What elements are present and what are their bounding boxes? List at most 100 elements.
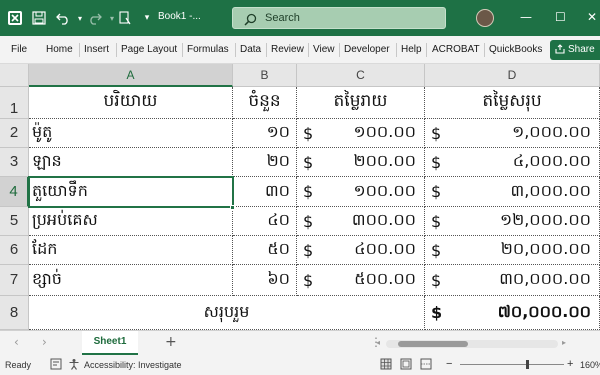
zoom-out-icon[interactable]: − (446, 358, 452, 370)
column-header-b[interactable]: B (233, 64, 297, 87)
add-sheet-icon[interactable]: + (165, 334, 177, 350)
row-header-8[interactable]: 8 (0, 296, 29, 330)
item-cell[interactable]: ម៉ូតូ (29, 119, 233, 148)
page-break-view-icon[interactable] (420, 358, 432, 372)
quantity-cell[interactable]: ១០ (233, 119, 297, 148)
fill-handle[interactable] (230, 205, 235, 210)
share-icon (555, 44, 565, 57)
scroll-sheets-left-icon[interactable]: ‹ (14, 335, 19, 349)
touch-mode-icon[interactable] (116, 9, 134, 27)
accessibility-icon[interactable] (68, 358, 80, 372)
unit-price-cell[interactable]: $៣០០.០០ (297, 207, 425, 236)
total-price-cell[interactable]: $២០,០០០.០០ (425, 236, 600, 265)
total-price-cell[interactable]: $១,០០០.០០ (425, 119, 600, 148)
page-layout-view-icon[interactable] (400, 358, 412, 372)
tab-divider (79, 43, 80, 57)
save-icon[interactable] (30, 9, 48, 27)
tab-insert[interactable]: Insert (84, 44, 109, 55)
title-bar: ▾ ▾ ▾ Book1 -... Search — ☐ ✕ (0, 0, 600, 36)
scroll-left-arrow-icon[interactable]: ◂ (376, 338, 380, 347)
tab-help[interactable]: Help (401, 44, 422, 55)
column-header-d[interactable]: D (425, 64, 600, 87)
row-header-6[interactable]: 6 (0, 236, 29, 265)
ribbon-tabs: File Home Insert Page Layout Formulas Da… (0, 36, 600, 64)
row-header-2[interactable]: 2 (0, 119, 29, 148)
quantity-cell[interactable]: ៥០ (233, 236, 297, 265)
tab-quickbooks[interactable]: QuickBooks (489, 44, 542, 55)
row-header-5[interactable]: 5 (0, 207, 29, 236)
tab-developer[interactable]: Developer (344, 44, 390, 55)
item-cell[interactable]: ខ្សាច់ (29, 265, 233, 296)
tab-data[interactable]: Data (240, 44, 261, 55)
macro-record-icon[interactable] (50, 358, 62, 372)
header-cell-total-price[interactable]: តម្លៃសរុប (425, 87, 600, 119)
item-cell[interactable]: ប្រអប់គេស (29, 207, 233, 236)
grand-total-value: ៧០,០០០.០០ (497, 301, 591, 321)
total-price-value: ១,០០០.០០ (512, 122, 591, 141)
zoom-level[interactable]: 160% (580, 360, 600, 370)
undo-icon[interactable] (54, 9, 72, 27)
tab-divider (182, 43, 183, 57)
header-cell-quantity[interactable]: ចំនួន (233, 87, 297, 119)
tab-home[interactable]: Home (46, 44, 73, 55)
zoom-slider-thumb[interactable] (526, 360, 529, 369)
total-price-cell[interactable]: $៣,០០០.០០ (425, 177, 600, 207)
tab-acrobat[interactable]: ACROBAT (432, 44, 480, 55)
row-header-7[interactable]: 7 (0, 265, 29, 296)
share-label: Share (568, 44, 595, 55)
header-cell-unit-price[interactable]: តម្លៃរាយ (297, 87, 425, 119)
column-header-c[interactable]: C (297, 64, 425, 87)
customize-toolbar-icon[interactable]: ▾ (138, 9, 156, 27)
grand-total-label-cell[interactable]: សរុបរួម (29, 296, 425, 330)
zoom-slider[interactable] (460, 360, 564, 369)
row-header-1[interactable]: 1 (0, 87, 29, 119)
unit-price-cell[interactable]: $៥០០.០០ (297, 265, 425, 296)
scrollbar-thumb[interactable] (398, 341, 468, 347)
currency-symbol: $ (431, 270, 442, 290)
quantity-cell[interactable]: ២០ (233, 148, 297, 177)
scroll-sheets-right-icon[interactable]: › (42, 335, 47, 349)
accessibility-status[interactable]: Accessibility: Investigate (84, 360, 182, 370)
zoom-in-icon[interactable]: + (567, 358, 573, 370)
close-icon[interactable]: ✕ (587, 11, 597, 23)
quantity-cell[interactable]: ៦០ (233, 265, 297, 296)
unit-price-cell[interactable]: $១០០.០០ (297, 177, 425, 207)
column-header-a[interactable]: A (29, 64, 233, 87)
row-header-3[interactable]: 3 (0, 148, 29, 177)
currency-symbol: $ (303, 270, 314, 290)
tab-formulas[interactable]: Formulas (187, 44, 229, 55)
tab-page-layout[interactable]: Page Layout (121, 44, 177, 55)
maximize-icon[interactable]: ☐ (555, 11, 566, 23)
total-price-cell[interactable]: $១២,០០០.០០ (425, 207, 600, 236)
tab-view[interactable]: View (313, 44, 335, 55)
share-button[interactable]: Share (550, 40, 600, 60)
quantity-cell[interactable]: ៣០ (233, 177, 297, 207)
select-all-corner[interactable] (0, 64, 29, 87)
unit-price-cell[interactable]: $១០០.០០ (297, 119, 425, 148)
item-cell[interactable]: ឡាន (29, 148, 233, 177)
tab-review[interactable]: Review (271, 44, 304, 55)
redo-icon[interactable] (86, 9, 104, 27)
currency-symbol: $ (431, 240, 442, 260)
grand-total-cell[interactable]: $៧០,០០០.០០ (425, 296, 600, 330)
item-cell[interactable]: តួយោទឹក (29, 177, 233, 207)
item-cell[interactable]: ដែក (29, 236, 233, 265)
total-price-cell[interactable]: $៣០,០០០.០០ (425, 265, 600, 296)
user-avatar[interactable] (476, 9, 494, 27)
tab-divider (308, 43, 309, 57)
tab-sheet1[interactable]: Sheet1 (82, 331, 138, 355)
status-bar: Ready Accessibility: Investigate − + 160… (0, 355, 600, 375)
quantity-cell[interactable]: ៤០ (233, 207, 297, 236)
unit-price-cell[interactable]: $៤០០.០០ (297, 236, 425, 265)
normal-view-icon[interactable] (380, 358, 392, 372)
horizontal-scrollbar[interactable] (386, 340, 558, 348)
tab-file[interactable]: File (11, 44, 27, 55)
row-header-4[interactable]: 4 (0, 177, 29, 207)
minimize-icon[interactable]: — (520, 11, 532, 23)
search-box[interactable]: Search (232, 7, 446, 29)
unit-price-cell[interactable]: $២០០.០០ (297, 148, 425, 177)
header-cell-description[interactable]: បរិយាយ (29, 87, 233, 119)
total-price-cell[interactable]: $៤,០០០.០០ (425, 148, 600, 177)
currency-symbol: $ (431, 123, 442, 143)
scroll-right-arrow-icon[interactable]: ▸ (562, 338, 566, 347)
